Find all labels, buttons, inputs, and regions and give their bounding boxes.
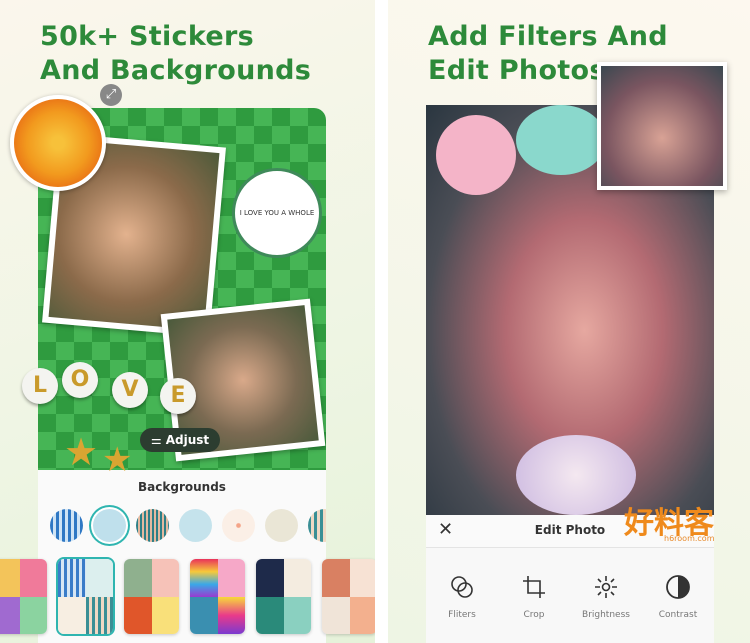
resize-handle-icon[interactable]: ⤢ [100, 84, 122, 106]
brightness-button[interactable]: Brightness [576, 574, 636, 643]
edit-toolbar: Fliters Crop Brightness Contrast [426, 548, 714, 643]
background-option-selected[interactable] [93, 509, 126, 542]
love-you-sticker[interactable]: I LOVE YOU A WHOLE [232, 168, 322, 258]
crop-button[interactable]: Crop [504, 574, 564, 643]
star-sticker-icon[interactable]: ★ [64, 430, 98, 474]
headline-line-1: Add Filters And [428, 21, 668, 52]
background-option[interactable] [265, 509, 298, 542]
brightness-icon [595, 576, 617, 598]
edit-photo-header: ✕ Edit Photo [426, 515, 714, 548]
backgrounds-label: Backgrounds [138, 480, 226, 494]
background-pack-row [0, 559, 375, 634]
sticker-text: I LOVE YOU A WHOLE [239, 209, 315, 217]
background-pack[interactable] [124, 559, 179, 634]
background-option[interactable] [179, 509, 212, 542]
headline-line-2: And Backgrounds [40, 55, 312, 86]
letter-bead[interactable]: L [22, 368, 58, 404]
tool-label: Fliters [448, 610, 476, 620]
background-pack[interactable] [322, 559, 375, 634]
rose-sticker[interactable] [10, 95, 106, 191]
tool-label: Crop [523, 610, 545, 620]
background-option[interactable] [136, 509, 169, 542]
background-option[interactable] [308, 509, 326, 542]
adjust-label: Adjust [165, 433, 210, 447]
letter-bead[interactable]: O [62, 362, 98, 398]
contrast-icon [666, 575, 690, 599]
right-promo-panel: Add Filters And Edit Photos ✕ Edit Photo… [388, 0, 750, 643]
left-promo-panel: 50k+ Stickers And Backgrounds Background… [0, 0, 375, 643]
letter-bead[interactable]: E [160, 378, 196, 414]
letter-bead[interactable]: V [112, 372, 148, 408]
background-option[interactable] [50, 509, 83, 542]
filters-button[interactable]: Fliters [432, 574, 492, 643]
left-headline: 50k+ Stickers And Backgrounds [40, 20, 311, 88]
headline-line-1: 50k+ Stickers [40, 21, 254, 52]
filters-icon [451, 576, 473, 598]
crop-icon [523, 576, 545, 598]
tool-label: Contrast [658, 610, 698, 620]
edit-photo-title: Edit Photo [534, 523, 606, 537]
background-pack[interactable] [256, 559, 311, 634]
adjust-button[interactable]: ⚌ Adjust [140, 428, 220, 452]
background-pack[interactable] [0, 559, 47, 634]
background-option[interactable] [222, 509, 255, 542]
background-circle-row [50, 509, 326, 542]
background-pack-selected[interactable] [58, 559, 113, 634]
original-photo-preview[interactable] [597, 62, 727, 190]
tool-label: Brightness [582, 610, 630, 620]
star-sticker-icon[interactable]: ★ [102, 440, 132, 480]
sliders-icon: ⚌ [150, 433, 166, 447]
contrast-button[interactable]: Contrast [648, 574, 708, 643]
background-pack[interactable] [190, 559, 245, 634]
